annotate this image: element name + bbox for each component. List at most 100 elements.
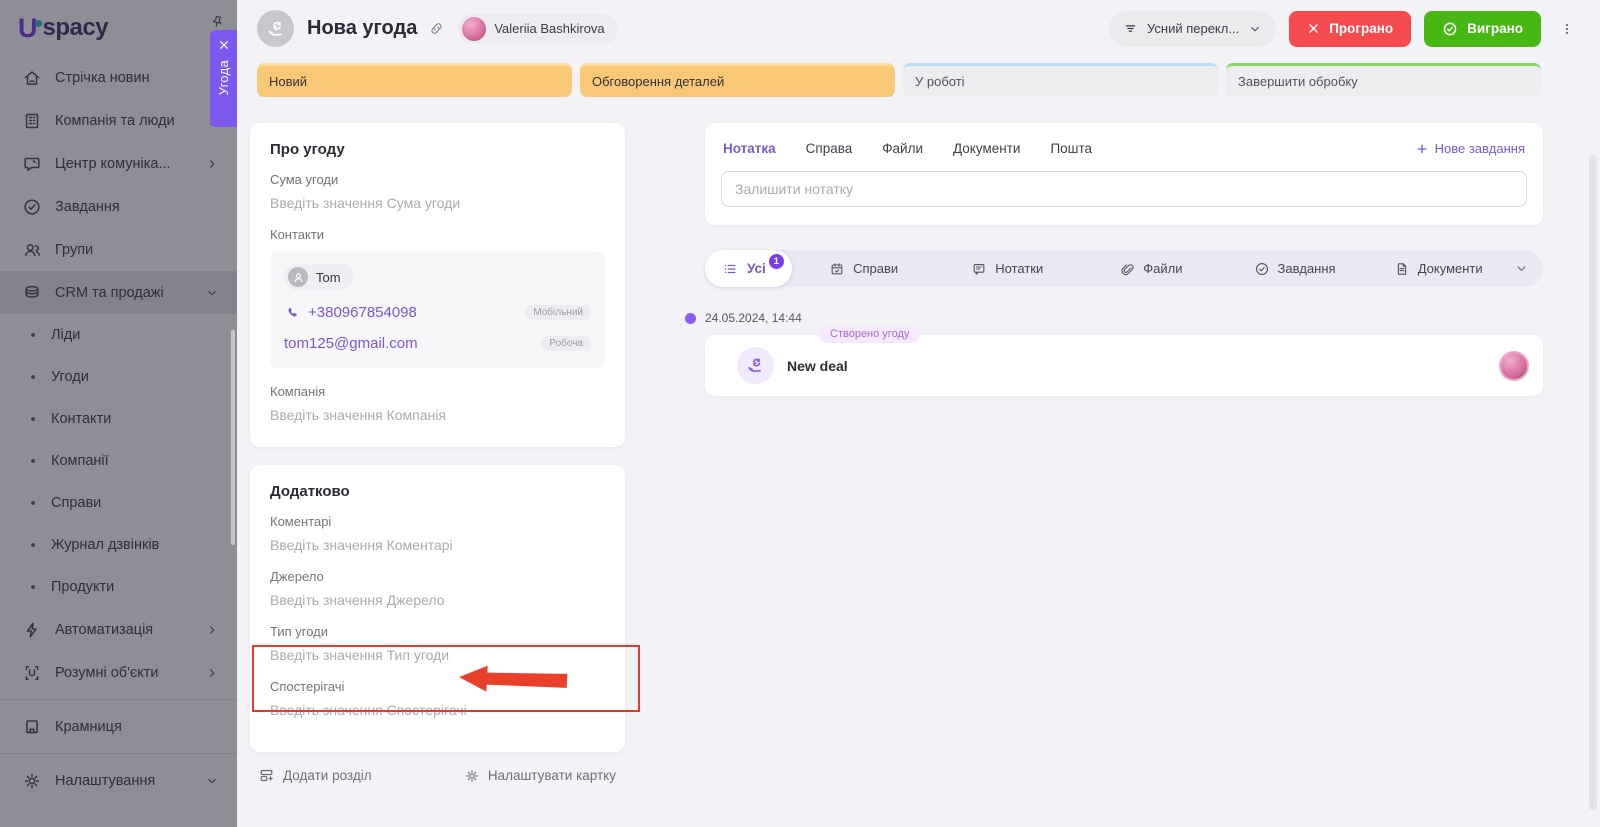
lost-button[interactable]: Програно xyxy=(1289,11,1411,47)
filter-notes[interactable]: Нотатки xyxy=(935,261,1079,277)
page-title: Нова угода xyxy=(307,17,417,40)
stage-finish[interactable]: Завершити обробку xyxy=(1226,63,1541,97)
contact-name: Tom xyxy=(316,270,341,285)
contact-chip[interactable]: Tom xyxy=(284,264,354,290)
about-card-title: Про угоду xyxy=(270,141,605,158)
sidebar-subitem-companies[interactable]: Компанії xyxy=(0,440,237,482)
note-input[interactable] xyxy=(721,171,1527,207)
sidebar-item-smart-objects[interactable]: Розумні об'єкти xyxy=(0,651,237,694)
filter-tasks[interactable]: Завдання xyxy=(1223,261,1367,277)
sidebar-item-label: Налаштування xyxy=(55,773,155,789)
subitem-label: Продукти xyxy=(51,579,114,595)
owner-chip[interactable]: Valeriia Bashkirova xyxy=(458,14,617,44)
sidebar-item-communications[interactable]: Центр комуніка... xyxy=(0,142,237,185)
filter-activities[interactable]: Справи xyxy=(792,261,936,277)
field-input-observers[interactable]: Введіть значення Спостерігачі xyxy=(270,702,605,718)
chevron-right-icon xyxy=(205,157,219,171)
smart-objects-icon xyxy=(22,663,42,683)
email-type-badge: Робоча xyxy=(541,336,591,351)
filter-label: Файли xyxy=(1143,261,1182,276)
contact-phone-link[interactable]: +380967854098 xyxy=(284,304,417,321)
stage-in-progress[interactable]: У роботі xyxy=(903,63,1218,97)
pipeline-label: Усний перекл... xyxy=(1147,21,1239,36)
won-button[interactable]: Виграно xyxy=(1424,11,1541,47)
sidebar-item-groups[interactable]: Групи xyxy=(0,228,237,271)
filter-files[interactable]: Файли xyxy=(1079,261,1223,277)
filter-label: Нотатки xyxy=(995,261,1043,276)
sidebar-item-automation[interactable]: Автоматизація xyxy=(0,608,237,651)
filter-all-count: 1 xyxy=(769,254,784,269)
sidebar-item-label: Центр комуніка... xyxy=(55,156,171,172)
chevron-down-icon[interactable] xyxy=(1510,261,1543,276)
timeline-dot-icon xyxy=(685,313,696,324)
filter-label: Справи xyxy=(853,261,898,276)
tab-files[interactable]: Файли xyxy=(882,141,923,156)
tab-documents[interactable]: Документи xyxy=(953,141,1020,156)
close-icon[interactable] xyxy=(218,39,230,51)
subitem-label: Контакти xyxy=(51,411,111,427)
divider xyxy=(0,753,237,754)
sidebar-item-newsfeed[interactable]: Стрічка новин xyxy=(0,56,237,99)
sidebar-subitem-call-log[interactable]: Журнал дзвінків xyxy=(0,524,237,566)
shop-icon xyxy=(22,717,42,737)
timeline-date: 24.05.2024, 14:44 xyxy=(705,311,802,325)
field-input-deal-type[interactable]: Введіть значення Тип угоди xyxy=(270,647,605,663)
field-input-company[interactable]: Введіть значення Компанія xyxy=(270,407,605,423)
sidebar-item-label: Групи xyxy=(55,242,93,258)
list-icon xyxy=(722,261,738,277)
sidebar-subitem-contacts[interactable]: Контакти xyxy=(0,398,237,440)
add-section-button[interactable]: Додати розділ xyxy=(258,767,372,784)
document-icon xyxy=(1394,261,1410,277)
subitem-label: Журнал дзвінків xyxy=(51,537,159,553)
tab-activity[interactable]: Справа xyxy=(806,141,853,156)
stage-label: Обговорення деталей xyxy=(592,74,724,89)
sidebar-subitem-products[interactable]: Продукти xyxy=(0,566,237,608)
filter-documents[interactable]: Документи xyxy=(1366,261,1510,277)
chevron-right-icon xyxy=(205,666,219,680)
sidebar-subitem-leads[interactable]: Ліди xyxy=(0,314,237,356)
contact-email: tom125@gmail.com xyxy=(284,335,418,352)
timeline-entry-title: New deal xyxy=(787,358,848,374)
stage-new[interactable]: Новий xyxy=(257,63,572,97)
logo-dot-icon xyxy=(35,20,42,27)
deal-slideout-tab[interactable]: Угода xyxy=(210,30,237,127)
sidebar-item-crm[interactable]: CRM та продажі xyxy=(0,271,237,314)
timeline-entry-card[interactable]: Створено угоду New deal xyxy=(705,335,1543,396)
calendar-icon xyxy=(829,261,845,277)
page-scrollbar[interactable] xyxy=(1589,155,1597,810)
timeline-filter-bar: Усі 1 Справи Нотатки Файли Завданн xyxy=(705,250,1543,287)
divider xyxy=(0,699,237,700)
bullet-icon xyxy=(31,417,35,421)
tab-note[interactable]: Нотатка xyxy=(723,141,776,156)
sidebar-item-settings[interactable]: Налаштування xyxy=(0,759,237,802)
more-menu-icon[interactable] xyxy=(1554,17,1580,41)
logo[interactable]: Uspacy xyxy=(0,0,237,56)
pin-icon[interactable] xyxy=(208,13,227,32)
sidebar-item-marketplace[interactable]: Крамниця xyxy=(0,705,237,748)
field-input-amount[interactable]: Введіть значення Сума угоди xyxy=(270,195,605,211)
tab-mail[interactable]: Пошта xyxy=(1050,141,1092,156)
bullet-icon xyxy=(31,501,35,505)
sidebar-item-company-people[interactable]: Компанія та люди xyxy=(0,99,237,142)
stage-label: Новий xyxy=(269,74,307,89)
copy-link-icon[interactable] xyxy=(428,20,445,37)
stage-discussion[interactable]: Обговорення деталей xyxy=(580,63,895,97)
chevron-down-icon xyxy=(205,774,219,788)
slideout-tab-label: Угода xyxy=(216,60,231,95)
sidebar-scrollbar[interactable] xyxy=(231,330,235,545)
sidebar-subitem-deals[interactable]: Угоди xyxy=(0,356,237,398)
add-section-label: Додати розділ xyxy=(283,768,372,783)
pipeline-select[interactable]: Усний перекл... xyxy=(1109,11,1276,47)
filter-all[interactable]: Усі 1 xyxy=(705,250,792,287)
chevron-down-icon xyxy=(205,286,219,300)
card-actions-row: Додати розділ Налаштувати картку xyxy=(250,767,625,784)
contact-email-link[interactable]: tom125@gmail.com xyxy=(284,335,418,352)
sidebar-item-tasks[interactable]: Завдання xyxy=(0,185,237,228)
sidebar-subitem-activities[interactable]: Справи xyxy=(0,482,237,524)
field-input-comments[interactable]: Введіть значення Коментарі xyxy=(270,537,605,553)
new-task-button[interactable]: Нове завдання xyxy=(1415,141,1525,156)
field-label-deal-type: Тип угоди xyxy=(270,624,605,639)
bullet-icon xyxy=(31,459,35,463)
field-input-source[interactable]: Введіть значення Джерело xyxy=(270,592,605,608)
configure-card-button[interactable]: Налаштувати картку xyxy=(464,767,616,784)
